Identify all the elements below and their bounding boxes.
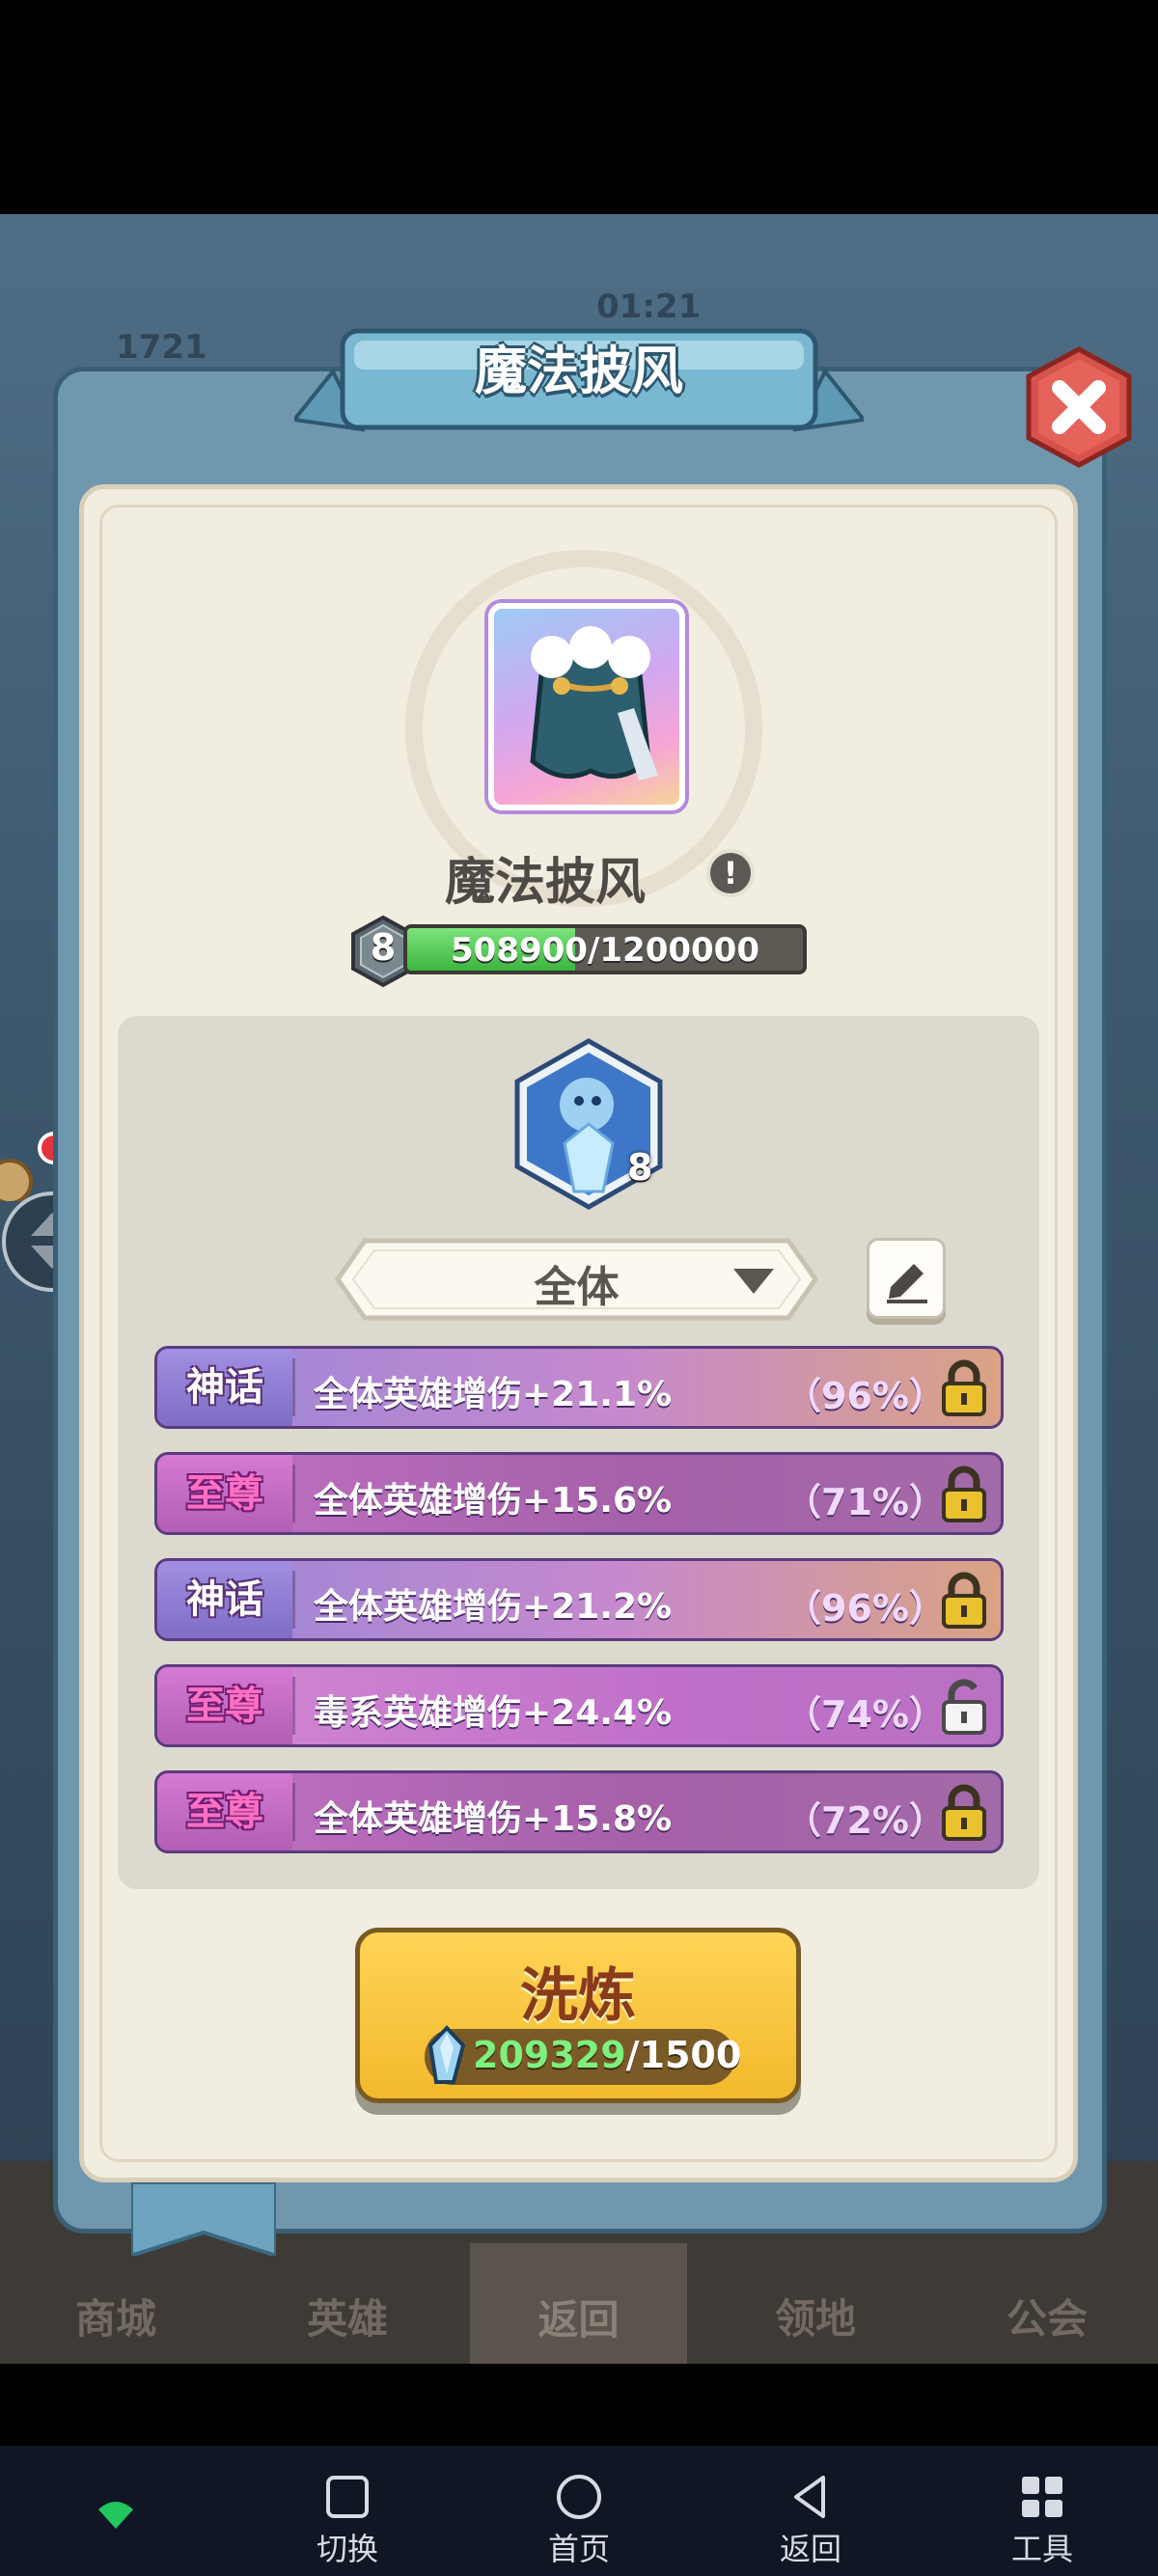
pencil-icon — [887, 1264, 927, 1303]
stat-row: 至尊 全体英雄增伤+15.8% （72%） — [154, 1770, 1004, 1853]
tools-button[interactable]: 工具 — [975, 2473, 1110, 2569]
stat-row: 神话 全体英雄增伤+21.1% （96%） — [154, 1346, 1004, 1429]
refine-label: 洗炼 — [520, 1962, 636, 2030]
nav-shop[interactable]: 商城 — [0, 2287, 232, 2345]
cape-icon — [530, 626, 658, 781]
chevron-down-icon — [733, 1269, 774, 1294]
item-name: 魔法披风 — [444, 854, 646, 912]
stat-text: 全体英雄增伤+15.8% — [314, 1799, 673, 1839]
nav-guild[interactable]: 公会 — [931, 2287, 1158, 2345]
notification-dot-icon — [0, 1132, 58, 1201]
circle-icon — [557, 2475, 601, 2519]
hero-level: 8 — [627, 1146, 653, 1189]
stat-text: 毒系英雄增伤+24.4% — [314, 1693, 673, 1733]
stat-row: 至尊 毒系英雄增伤+24.4% （74%） — [154, 1664, 1004, 1747]
stat-percent: （74%） — [785, 1693, 946, 1736]
crystal-icon — [427, 2025, 466, 2084]
xp-progress-bar: 508900/1200000 — [403, 924, 807, 974]
xp-text: 508900/1200000 — [451, 931, 759, 970]
back-button[interactable]: 返回 — [743, 2473, 878, 2569]
tier-tag: 神话 — [157, 1349, 292, 1426]
status-bar-area — [0, 0, 1158, 214]
stat-text: 全体英雄增伤+21.2% — [314, 1587, 673, 1627]
gem-counter: 1721 — [116, 328, 207, 367]
switch-button[interactable]: 切换 — [280, 2473, 415, 2569]
close-button[interactable] — [1023, 345, 1135, 469]
lock-icon[interactable] — [934, 1783, 994, 1843]
edit-button[interactable] — [867, 1238, 946, 1319]
ribbon-decoration — [131, 2182, 276, 2256]
home-button[interactable]: 首页 — [511, 2473, 647, 2569]
unlock-icon[interactable] — [934, 1677, 994, 1737]
nav-back[interactable]: 返回 — [470, 2243, 687, 2364]
system-nav-bar: 切换 首页 返回 工具 — [0, 2446, 1158, 2576]
nav-heroes[interactable]: 英雄 — [232, 2287, 463, 2345]
stat-percent: （96%） — [785, 1587, 946, 1630]
lock-icon[interactable] — [934, 1358, 994, 1418]
nav-territory[interactable]: 领地 — [700, 2287, 931, 2345]
modal-title: 魔法披风 — [475, 341, 683, 401]
refine-cost: 209329/1500 — [473, 2034, 742, 2076]
item-icon[interactable] — [488, 603, 685, 810]
stat-percent: （96%） — [785, 1375, 946, 1417]
stat-row: 神话 全体英雄增伤+21.2% （96%） — [154, 1558, 1004, 1641]
tier-tag: 至尊 — [157, 1667, 292, 1744]
tier-tag: 至尊 — [157, 1773, 292, 1850]
wifi-icon — [98, 2502, 133, 2529]
square-icon — [326, 2476, 369, 2518]
lock-icon[interactable] — [934, 1571, 994, 1631]
grid-icon — [1022, 2477, 1062, 2517]
stat-percent: （72%） — [785, 1799, 946, 1842]
stat-text: 全体英雄增伤+21.1% — [314, 1375, 673, 1414]
stat-text: 全体英雄增伤+15.6% — [314, 1481, 673, 1521]
lock-icon[interactable] — [934, 1465, 994, 1524]
back-triangle-icon — [794, 2476, 825, 2518]
info-icon[interactable]: ! — [706, 849, 755, 897]
stat-percent: （71%） — [785, 1481, 946, 1523]
close-icon — [1026, 346, 1132, 468]
tier-tag: 至尊 — [157, 1455, 292, 1532]
stat-row: 至尊 全体英雄增伤+15.6% （71%） — [154, 1452, 1004, 1535]
tier-tag: 神话 — [157, 1561, 292, 1638]
